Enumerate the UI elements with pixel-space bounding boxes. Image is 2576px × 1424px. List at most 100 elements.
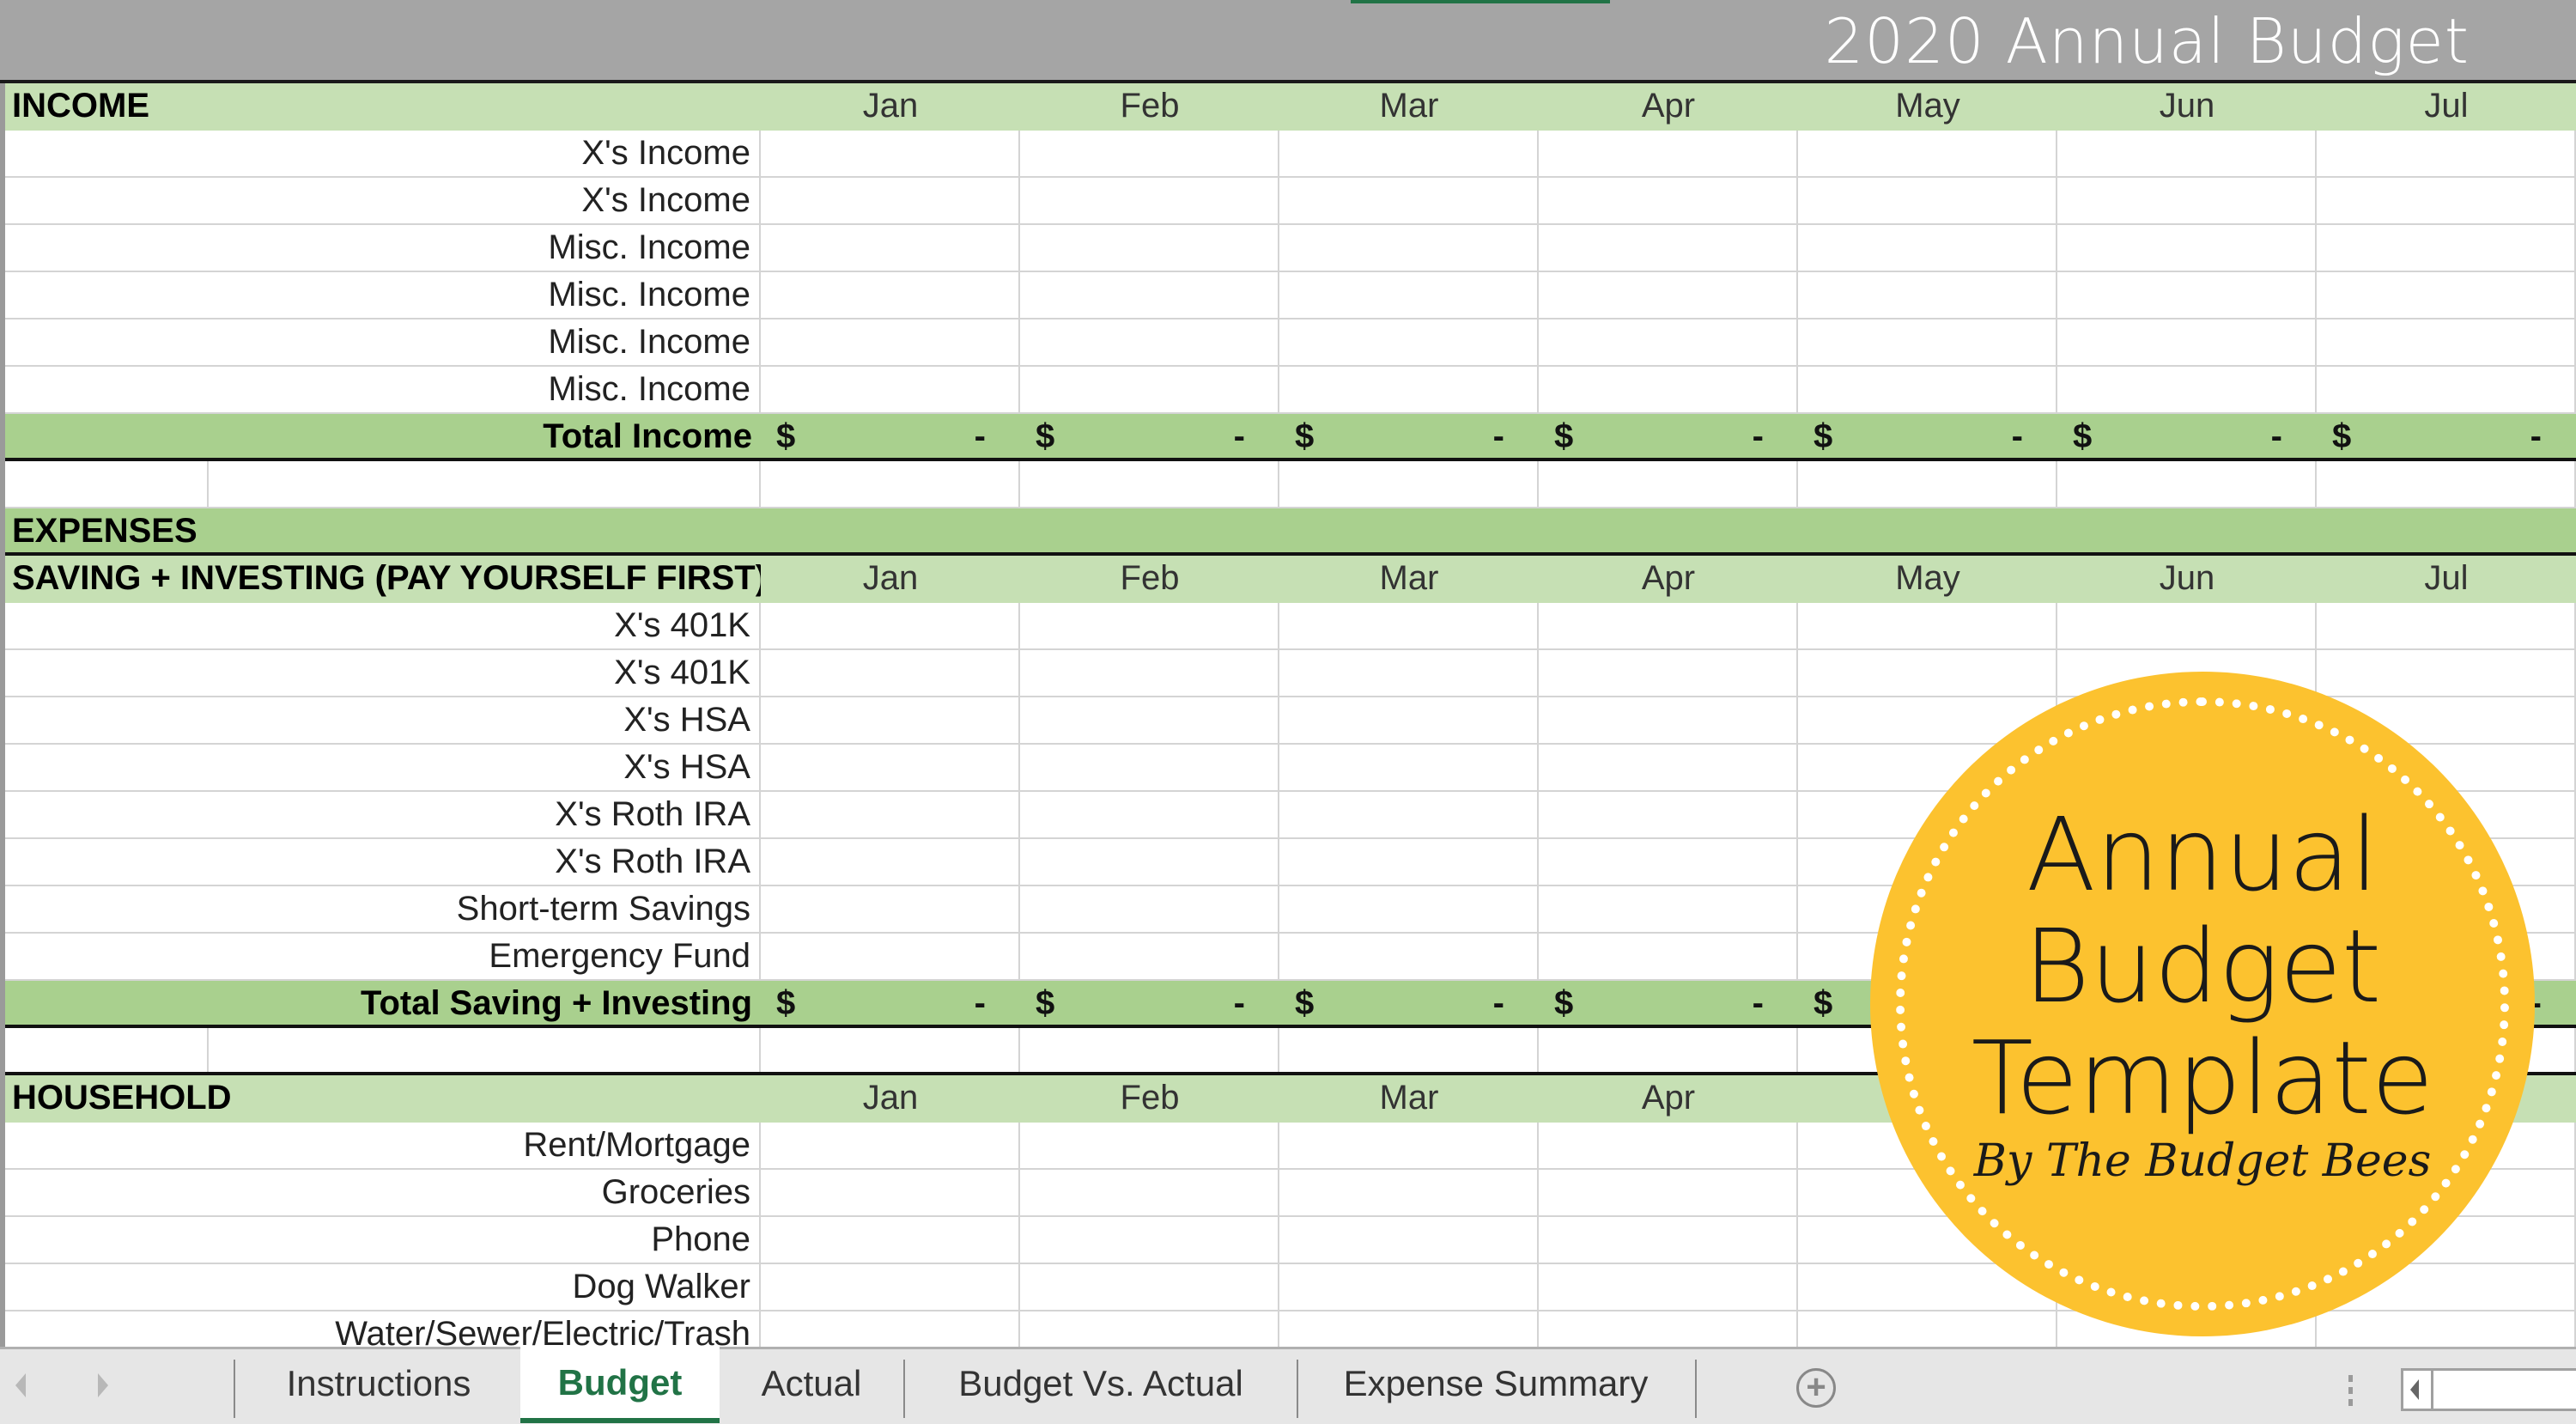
amount-cell[interactable] xyxy=(1279,1217,1539,1263)
amount-cell[interactable] xyxy=(1279,1264,1539,1310)
total-cell[interactable]: $- xyxy=(761,414,1020,458)
amount-cell[interactable] xyxy=(1539,650,1798,696)
line-item-label[interactable]: X's HSA xyxy=(5,745,761,790)
empty-cell[interactable] xyxy=(5,1028,210,1072)
amount-cell[interactable] xyxy=(761,697,1020,743)
amount-cell[interactable] xyxy=(1539,319,1798,365)
amount-cell[interactable] xyxy=(1279,839,1539,885)
line-item-label[interactable]: X's 401K xyxy=(5,603,761,648)
amount-cell[interactable] xyxy=(2057,367,2317,412)
line-item-label[interactable]: X's Roth IRA xyxy=(5,792,761,837)
tab-budget-vs-actual[interactable]: Budget Vs. Actual xyxy=(905,1349,1297,1418)
amount-cell[interactable] xyxy=(1279,272,1539,318)
empty-cell[interactable] xyxy=(1279,461,1539,507)
amount-cell[interactable] xyxy=(1539,1264,1798,1310)
month-header-cell[interactable]: Jan xyxy=(761,1075,1020,1123)
amount-cell[interactable] xyxy=(1539,1217,1798,1263)
amount-cell[interactable] xyxy=(761,131,1020,176)
empty-cell[interactable] xyxy=(1539,461,1798,507)
scroll-left-icon[interactable] xyxy=(2403,1371,2433,1409)
tab-splitter-handle[interactable] xyxy=(2348,1375,2354,1411)
line-item-label[interactable]: X's Income xyxy=(5,131,761,176)
amount-cell[interactable] xyxy=(1279,367,1539,412)
amount-cell[interactable] xyxy=(1539,225,1798,271)
empty-cell[interactable] xyxy=(1539,1028,1798,1072)
amount-cell[interactable] xyxy=(1279,603,1539,648)
month-header-cell[interactable]: Jun xyxy=(2057,556,2317,603)
amount-cell[interactable] xyxy=(1539,178,1798,223)
amount-cell[interactable] xyxy=(1020,225,1279,271)
month-header-cell[interactable]: Feb xyxy=(1020,1075,1279,1123)
month-header-cell[interactable]: Apr xyxy=(1539,556,1798,603)
amount-cell[interactable] xyxy=(1020,131,1279,176)
month-header-cell[interactable]: Apr xyxy=(1539,1075,1798,1123)
amount-cell[interactable] xyxy=(1539,367,1798,412)
amount-cell[interactable] xyxy=(1798,367,2057,412)
amount-cell[interactable] xyxy=(1539,934,1798,979)
amount-cell[interactable] xyxy=(761,839,1020,885)
amount-cell[interactable] xyxy=(1020,650,1279,696)
tab-instructions[interactable]: Instructions xyxy=(237,1349,520,1418)
amount-cell[interactable] xyxy=(1020,1217,1279,1263)
amount-cell[interactable] xyxy=(1279,1170,1539,1215)
amount-cell[interactable] xyxy=(2317,367,2576,412)
amount-cell[interactable] xyxy=(1279,934,1539,979)
amount-cell[interactable] xyxy=(2057,272,2317,318)
amount-cell[interactable] xyxy=(1279,1123,1539,1168)
amount-cell[interactable] xyxy=(1539,1123,1798,1168)
scroll-tabs-right-icon[interactable] xyxy=(98,1373,108,1397)
empty-cell[interactable] xyxy=(1020,461,1279,507)
month-header-cell[interactable]: Jul xyxy=(2317,556,2576,603)
amount-cell[interactable] xyxy=(761,367,1020,412)
amount-cell[interactable] xyxy=(1279,792,1539,837)
amount-cell[interactable] xyxy=(2317,178,2576,223)
amount-cell[interactable] xyxy=(1020,603,1279,648)
amount-cell[interactable] xyxy=(1279,131,1539,176)
amount-cell[interactable] xyxy=(761,886,1020,932)
amount-cell[interactable] xyxy=(1020,934,1279,979)
total-cell[interactable]: $- xyxy=(1279,981,1539,1025)
line-item-label[interactable]: X's 401K xyxy=(5,650,761,696)
amount-cell[interactable] xyxy=(1279,650,1539,696)
amount-cell[interactable] xyxy=(1539,886,1798,932)
amount-cell[interactable] xyxy=(2317,650,2576,696)
amount-cell[interactable] xyxy=(761,650,1020,696)
empty-cell[interactable] xyxy=(1020,1028,1279,1072)
month-header-cell[interactable]: Jul xyxy=(2317,83,2576,131)
amount-cell[interactable] xyxy=(1020,1170,1279,1215)
month-header-cell[interactable]: Mar xyxy=(1279,1075,1539,1123)
amount-cell[interactable] xyxy=(1279,745,1539,790)
amount-cell[interactable] xyxy=(1539,745,1798,790)
amount-cell[interactable] xyxy=(761,178,1020,223)
horizontal-scrollbar[interactable] xyxy=(2401,1368,2576,1411)
amount-cell[interactable] xyxy=(1279,886,1539,932)
tab-expense-summary[interactable]: Expense Summary xyxy=(1298,1349,1693,1418)
total-cell[interactable]: $- xyxy=(2317,414,2576,458)
amount-cell[interactable] xyxy=(2057,131,2317,176)
amount-cell[interactable] xyxy=(761,272,1020,318)
empty-cell[interactable] xyxy=(2317,461,2576,507)
month-header-cell[interactable]: Mar xyxy=(1279,83,1539,131)
amount-cell[interactable] xyxy=(761,1170,1020,1215)
month-header-cell[interactable]: Jun xyxy=(2057,83,2317,131)
amount-cell[interactable] xyxy=(2317,272,2576,318)
amount-cell[interactable] xyxy=(761,1217,1020,1263)
empty-cell[interactable] xyxy=(1798,461,2057,507)
amount-cell[interactable] xyxy=(1539,1170,1798,1215)
amount-cell[interactable] xyxy=(761,319,1020,365)
amount-cell[interactable] xyxy=(761,745,1020,790)
line-item-label[interactable]: X's Income xyxy=(5,178,761,223)
tab-actual[interactable]: Actual xyxy=(720,1349,903,1418)
empty-cell[interactable] xyxy=(5,461,210,507)
amount-cell[interactable] xyxy=(1020,367,1279,412)
amount-cell[interactable] xyxy=(1020,272,1279,318)
amount-cell[interactable] xyxy=(1539,697,1798,743)
amount-cell[interactable] xyxy=(1539,792,1798,837)
empty-cell[interactable] xyxy=(761,461,1020,507)
month-header-cell[interactable]: Feb xyxy=(1020,83,1279,131)
amount-cell[interactable] xyxy=(1539,603,1798,648)
month-header-cell[interactable]: May xyxy=(1798,556,2057,603)
month-header-cell[interactable]: Apr xyxy=(1539,83,1798,131)
month-header-cell[interactable]: Jan xyxy=(761,83,1020,131)
line-item-label[interactable]: Rent/Mortgage xyxy=(5,1123,761,1168)
